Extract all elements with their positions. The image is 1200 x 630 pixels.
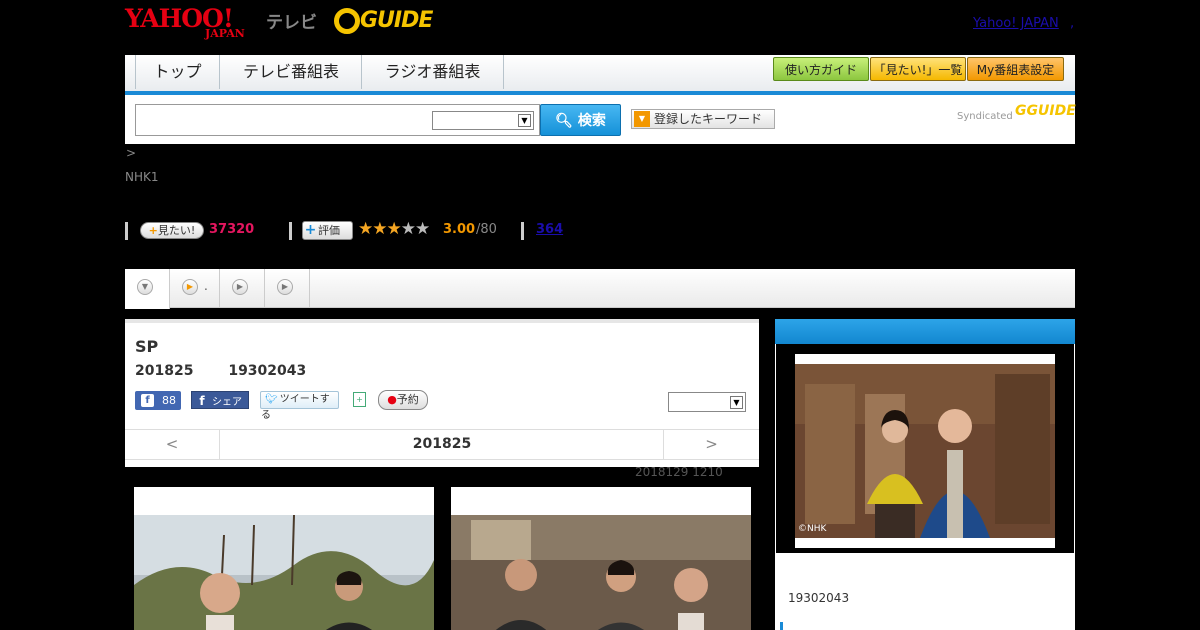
sidebar-time: 19302043 (788, 591, 850, 605)
play-icon: ▶ (232, 279, 248, 295)
sidebar-header (775, 319, 1075, 344)
rating-value: 3.00 (443, 222, 476, 237)
panel-select[interactable]: ▼ (668, 392, 746, 412)
last-updated: 2018129 1210 (635, 465, 723, 479)
sidebar-image-frame: ©NHK (776, 344, 1074, 553)
nav-tab-tv-guide[interactable]: テレビ番組表 (221, 55, 362, 89)
chevron-down-icon: ▼ (518, 114, 531, 127)
stat-divider (125, 222, 128, 240)
facebook-like-count: 88 (162, 394, 176, 407)
photo-image (451, 515, 751, 630)
syndicated-label: Syndicated (957, 111, 1013, 122)
star-filled-icon: ★ (386, 219, 402, 239)
nav-tab-top[interactable]: トップ (135, 55, 220, 89)
tab-third[interactable]: ▶ (220, 269, 265, 307)
page: YAHOO! JAPAN テレビ G GUIDE Yahoo! JAPAN , ト… (0, 0, 1200, 630)
syndicated-gguide-logo: GGUIDE (1015, 103, 1076, 119)
featured-photo[interactable]: ©NHK (795, 354, 1055, 548)
prev-date-button[interactable]: < (125, 430, 220, 459)
rate-label: 評価 (318, 224, 340, 237)
stat-divider (521, 222, 524, 240)
program-title: SP (135, 337, 159, 356)
twitter-bird-icon: 🐦︎ (265, 394, 278, 405)
rating-count: /80 (476, 222, 497, 237)
tweet-button[interactable]: 🐦︎ ツイートする (260, 391, 339, 421)
saved-keyword-button[interactable]: ▼ 登録したキーワード (631, 109, 775, 129)
g-circle-icon: G (1015, 103, 1027, 119)
next-date-button[interactable]: > (663, 430, 759, 459)
facebook-icon: f (199, 394, 205, 408)
my-guide-settings-button[interactable]: My番組表設定 (967, 57, 1064, 81)
search-button-label: 検索 (577, 113, 606, 129)
plus-icon: + (304, 222, 317, 238)
facebook-share-label: シェア (212, 397, 242, 408)
stat-divider (289, 222, 292, 240)
star-empty-icon: ★ (400, 219, 416, 239)
review-count-link[interactable]: 364 (536, 222, 563, 237)
main-nav: トップ テレビ番組表 ラジオ番組表 使い方ガイド 「見たい!」一覧 My番組表設… (125, 55, 1075, 95)
saved-keyword-label: 登録したキーワード (654, 112, 763, 126)
yahoo-japan-link[interactable]: Yahoo! JAPAN (973, 16, 1059, 31)
tab-overview[interactable]: ▼ (125, 269, 170, 309)
mitai-count: 37320 (209, 222, 255, 237)
calendar-add-icon[interactable]: + (353, 392, 366, 407)
chevron-down-icon: ▼ (137, 279, 153, 295)
breadcrumb[interactable]: > (126, 146, 136, 160)
star-filled-icon: ★ (372, 219, 387, 239)
play-icon: ▶ (277, 279, 293, 295)
gguide-logo[interactable]: G GUIDE (334, 8, 433, 34)
yahoo-japan-logo[interactable]: YAHOO! JAPAN (125, 6, 245, 40)
date-navigation: < 201825 > (125, 429, 759, 460)
program-photo[interactable] (134, 487, 434, 630)
program-photo[interactable] (451, 487, 751, 630)
program-time: 19302043 (228, 363, 307, 379)
photo-credit: ©NHK (798, 524, 827, 534)
header-separator: , (1070, 16, 1075, 31)
rate-button[interactable]: + 評価 (302, 221, 353, 240)
search-category-select[interactable]: ▼ (432, 111, 534, 130)
star-filled-icon: ★ (358, 219, 373, 239)
g-circle-icon: G (334, 8, 360, 34)
search-bar: ▼ 🔍︎ 検索 ▼ 登録したキーワード Syndicated GGUIDE (125, 95, 1076, 144)
program-schedule: 201825 19302043 (135, 363, 306, 379)
section-marker (780, 622, 783, 630)
usage-guide-button[interactable]: 使い方ガイド (773, 57, 869, 81)
tab-fourth[interactable]: ▶ (265, 269, 310, 307)
photo-image (134, 515, 434, 630)
yahoo-logo-sub: JAPAN (205, 27, 245, 40)
reserve-button[interactable]: ●予約 (378, 390, 428, 410)
search-icon: 🔍︎ (555, 113, 573, 129)
program-date: 201825 (135, 363, 194, 379)
star-empty-icon: ★ (415, 219, 430, 239)
record-dot-icon: ● (387, 393, 397, 406)
current-date: 201825 (412, 436, 472, 452)
mitai-button[interactable]: +見たい! (140, 222, 204, 239)
program-tabs: ▼ ▶ . ▶ ▶ (125, 269, 1075, 309)
gguide-logo-text: GUIDE (360, 8, 433, 33)
program-detail-panel: SP 201825 19302043 f 88 f シェア 🐦︎ ツイートする + ●… (125, 319, 759, 467)
tab-second[interactable]: ▶ . (170, 269, 220, 307)
facebook-like-button[interactable]: f 88 (135, 391, 181, 410)
facebook-share-button[interactable]: f シェア (191, 391, 249, 409)
mitai-list-button[interactable]: 「見たい!」一覧 (870, 57, 966, 81)
nav-tab-radio-guide[interactable]: ラジオ番組表 (362, 55, 504, 89)
channel-name: NHK1 (125, 170, 159, 184)
rating-stars: ★★★★★ (358, 219, 430, 239)
triangle-down-icon: ▼ (634, 111, 650, 127)
reserve-label: 予約 (396, 393, 419, 406)
chevron-down-icon: ▼ (730, 396, 743, 409)
plus-icon: + (148, 224, 158, 237)
right-sidebar: ©NHK 19302043 (775, 319, 1075, 630)
search-button[interactable]: 🔍︎ 検索 (540, 104, 621, 136)
tab-second-label: . (204, 279, 208, 293)
facebook-icon: f (141, 394, 154, 407)
syndicated-logo-text: GUIDE (1026, 103, 1076, 119)
play-icon: ▶ (182, 279, 198, 295)
mitai-label: 見たい! (157, 224, 196, 237)
tv-label: テレビ (266, 13, 317, 33)
